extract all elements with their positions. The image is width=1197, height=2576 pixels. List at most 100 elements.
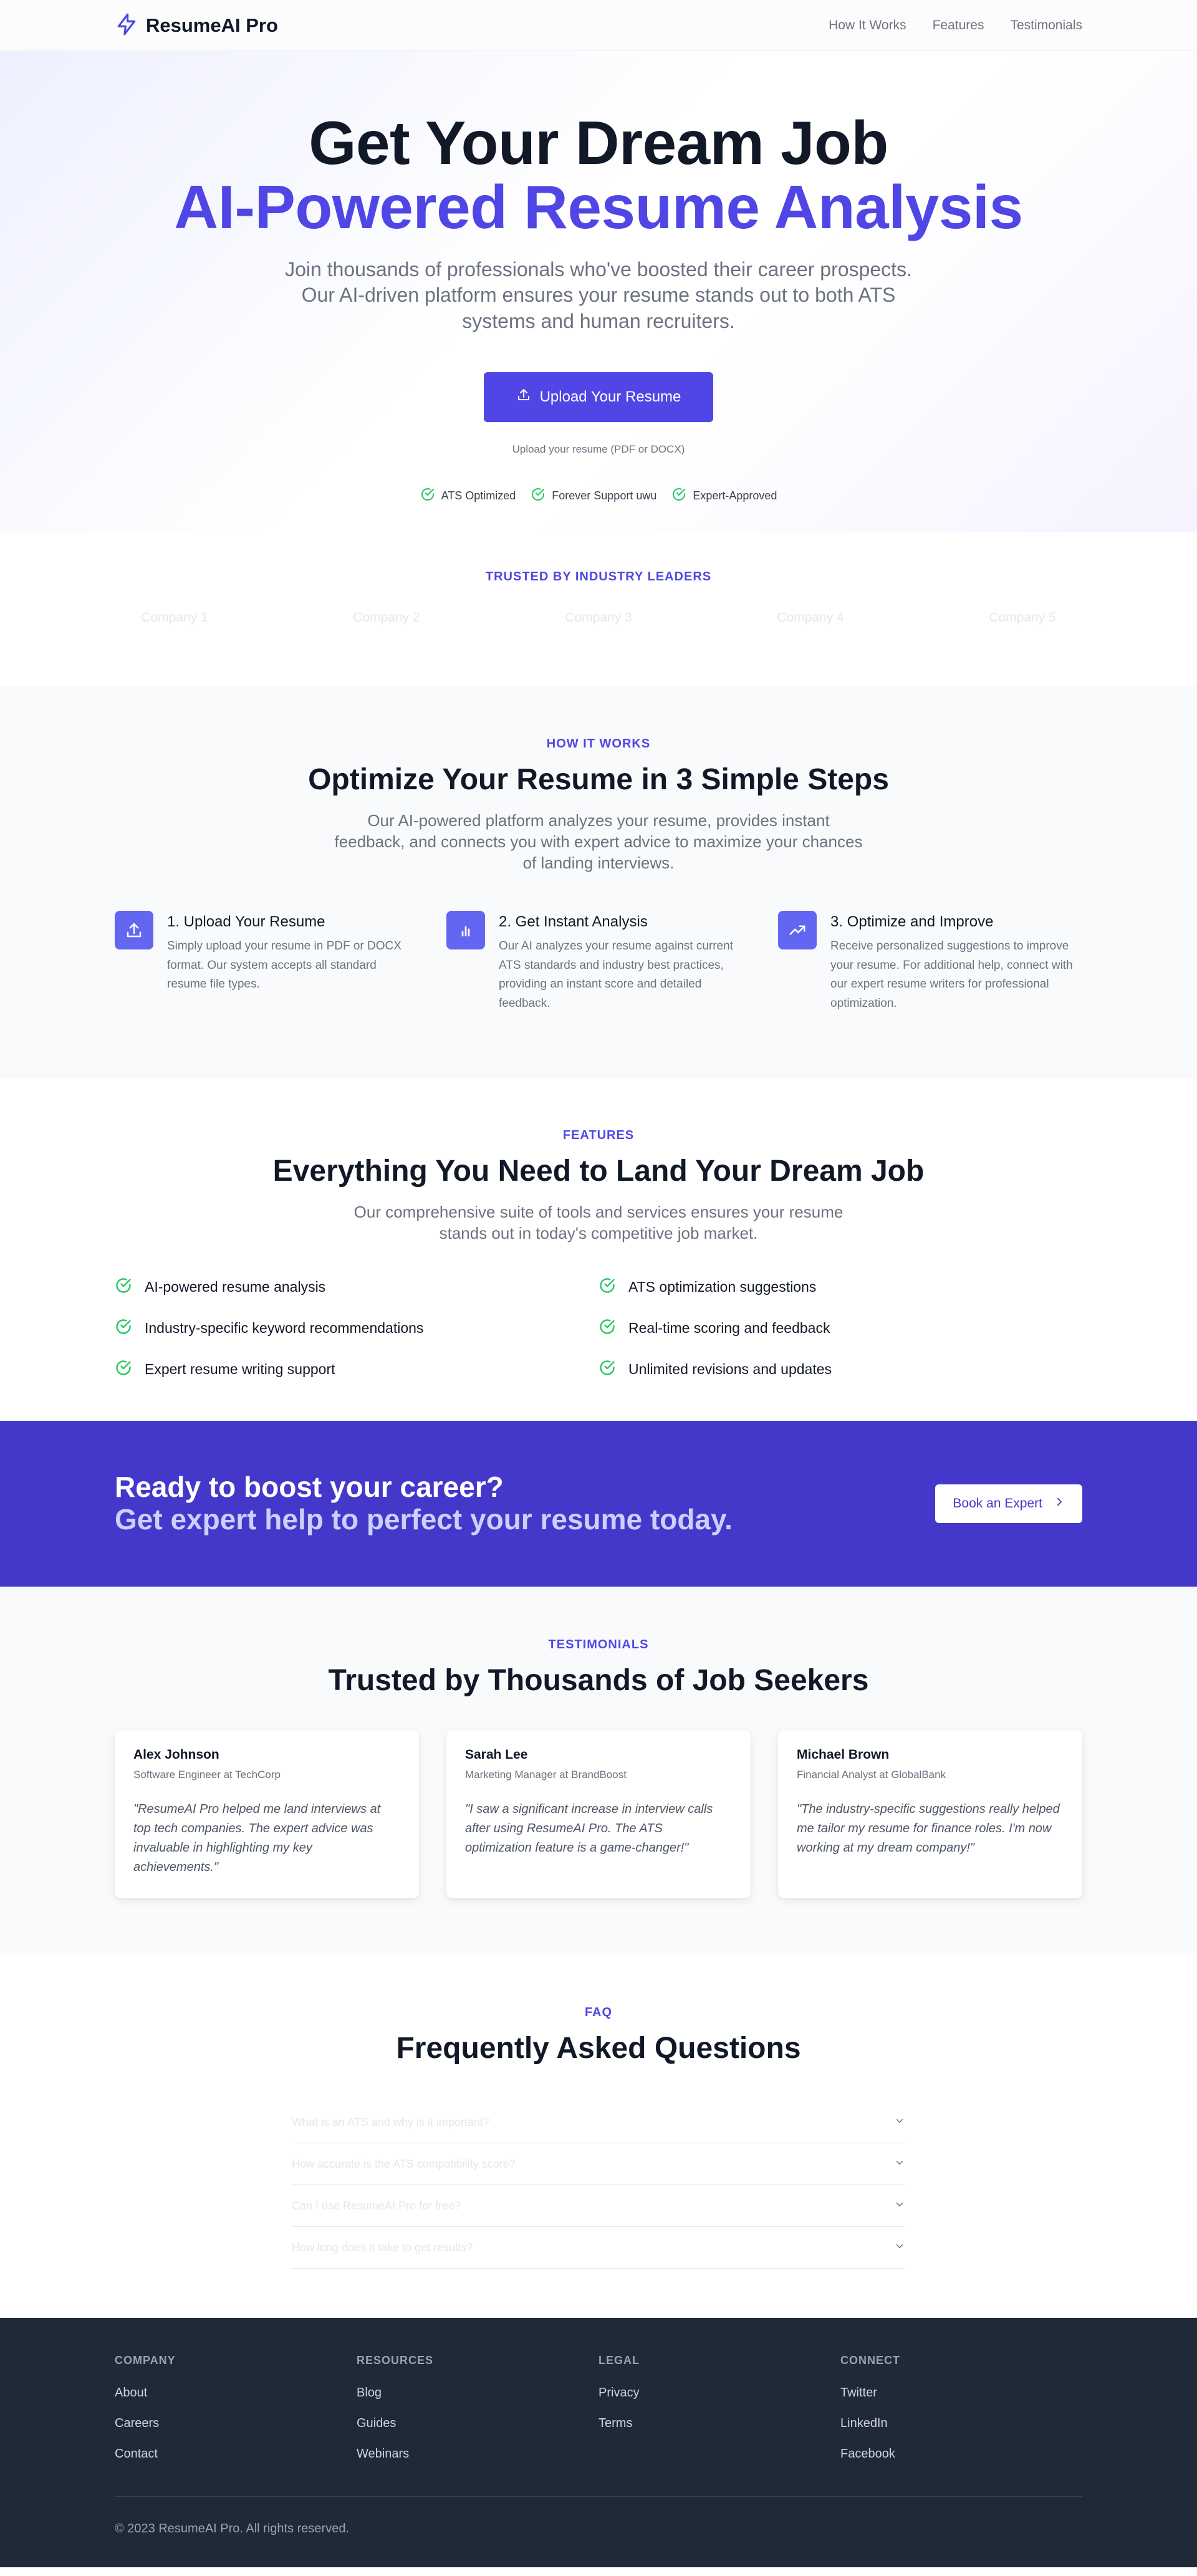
footer-link-webinars[interactable]: Webinars: [357, 2447, 598, 2461]
how-it-works-section: HOW IT WORKS Optimize Your Resume in 3 S…: [0, 686, 1197, 1079]
testimonial-card: Alex Johnson Software Engineer at TechCo…: [115, 1730, 419, 1898]
feature-item: ATS optimization suggestions: [598, 1277, 1082, 1298]
brand[interactable]: ResumeAI Pro: [115, 12, 278, 39]
feature-item: Industry-specific keyword recommendation…: [115, 1318, 598, 1339]
hero-title: Get Your Dream Job AI-Powered Resume Ana…: [0, 51, 1197, 239]
brand-name: ResumeAI Pro: [146, 14, 278, 36]
footer-link-blog[interactable]: Blog: [357, 2386, 598, 2400]
footer-column-company: COMPANY About Careers Contact: [115, 2354, 357, 2461]
cta-heading: Ready to boost your career? Get expert h…: [115, 1471, 733, 1536]
footer-divider: [115, 2496, 1082, 2497]
faq-item[interactable]: How long does it take to get results?: [292, 2227, 905, 2269]
nav-links: How It Works Features Testimonials: [829, 18, 1082, 33]
footer-link-privacy[interactable]: Privacy: [598, 2386, 840, 2400]
book-expert-button[interactable]: Book an Expert: [935, 1484, 1082, 1523]
hero-title-line2: AI-Powered Resume Analysis: [174, 172, 1023, 241]
footer-link-linkedin[interactable]: LinkedIn: [840, 2416, 1082, 2431]
footer-heading: LEGAL: [598, 2354, 640, 2367]
trusted-eyebrow: TRUSTED BY INDUSTRY LEADERS: [485, 570, 712, 584]
testimonials-title: Trusted by Thousands of Job Seekers: [328, 1664, 869, 1697]
footer-link-twitter[interactable]: Twitter: [840, 2386, 1082, 2400]
nav-link-how-it-works[interactable]: How It Works: [829, 18, 906, 33]
badge-label: Expert-Approved: [693, 489, 777, 502]
cta-banner: Ready to boost your career? Get expert h…: [0, 1421, 1197, 1587]
footer-heading: CONNECT: [840, 2354, 900, 2367]
feature-item: AI-powered resume analysis: [115, 1277, 598, 1298]
chevron-down-icon: [894, 2157, 905, 2171]
faq-question: Can I use ResumeAI Pro for free?: [292, 2199, 461, 2212]
step-upload: 1. Upload Your Resume Simply upload your…: [115, 911, 419, 1013]
testimonial-role: Marketing Manager at BrandBoost: [465, 1769, 627, 1781]
chevron-down-icon: [894, 2241, 905, 2255]
footer-heading: RESOURCES: [357, 2354, 434, 2367]
features-title: Everything You Need to Land Your Dream J…: [272, 1155, 925, 1188]
faq-section: FAQ Frequently Asked Questions What is a…: [0, 1953, 1197, 2318]
feature-label: Expert resume writing support: [145, 1361, 335, 1378]
check-circle-icon: [115, 1277, 132, 1298]
lightning-bolt-icon: [115, 12, 138, 39]
footer-link-about[interactable]: About: [115, 2386, 357, 2400]
faq-list: What is an ATS and why is it important? …: [292, 2102, 905, 2269]
footer-link-terms[interactable]: Terms: [598, 2416, 840, 2431]
feature-item: Real-time scoring and feedback: [598, 1318, 1082, 1339]
footer-link-careers[interactable]: Careers: [115, 2416, 357, 2431]
feature-item: Expert resume writing support: [115, 1359, 598, 1380]
faq-eyebrow: FAQ: [584, 2006, 613, 2019]
company-logo: Company 1: [141, 610, 208, 625]
features-subtitle: Our comprehensive suite of tools and ser…: [353, 1203, 844, 1242]
bar-chart-icon: [446, 911, 485, 950]
step-description: Receive personalized suggestions to impr…: [830, 940, 1073, 1010]
company-logo: Company 5: [989, 610, 1056, 625]
step-optimize: 3. Optimize and Improve Receive personal…: [778, 911, 1082, 1013]
feature-item: Unlimited revisions and updates: [598, 1359, 1082, 1380]
nav-link-testimonials[interactable]: Testimonials: [1010, 18, 1082, 33]
features-eyebrow: FEATURES: [562, 1128, 635, 1142]
cta-heading-line1: Ready to boost your career?: [115, 1471, 504, 1504]
how-title: Optimize Your Resume in 3 Simple Steps: [308, 763, 889, 796]
testimonial-name: Sarah Lee: [465, 1747, 528, 1762]
footer-link-guides[interactable]: Guides: [357, 2416, 598, 2431]
upload-resume-label: Upload Your Resume: [539, 388, 681, 405]
upload-hint: Upload your resume (PDF or DOCX): [512, 443, 685, 455]
company-logo: Company 4: [777, 610, 844, 625]
feature-label: Industry-specific keyword recommendation…: [145, 1320, 424, 1337]
step-description: Our AI analyzes your resume against curr…: [499, 940, 733, 1010]
upload-resume-button[interactable]: Upload Your Resume: [483, 372, 714, 422]
faq-item[interactable]: Can I use ResumeAI Pro for free?: [292, 2185, 905, 2227]
cta-heading-line2: Get expert help to perfect your resume t…: [115, 1503, 733, 1536]
footer-column-legal: LEGAL Privacy Terms: [598, 2354, 840, 2461]
chevron-down-icon: [894, 2199, 905, 2213]
trusted-section: TRUSTED BY INDUSTRY LEADERS Company 1 Co…: [0, 532, 1197, 686]
upload-icon: [115, 911, 153, 950]
step-title: 2. Get Instant Analysis: [499, 913, 648, 931]
company-logos: Company 1 Company 2 Company 3 Company 4 …: [69, 610, 1128, 625]
footer: COMPANY About Careers Contact RESOURCES …: [0, 2318, 1197, 2567]
hero-title-line1: Get Your Dream Job: [309, 108, 888, 177]
testimonial-role: Financial Analyst at GlobalBank: [797, 1769, 946, 1781]
faq-question: How long does it take to get results?: [292, 2241, 473, 2254]
faq-item[interactable]: What is an ATS and why is it important?: [292, 2102, 905, 2143]
footer-link-contact[interactable]: Contact: [115, 2447, 357, 2461]
hero-section: Get Your Dream Job AI-Powered Resume Ana…: [0, 51, 1197, 532]
upload-icon: [516, 387, 531, 406]
step-analysis: 2. Get Instant Analysis Our AI analyzes …: [446, 911, 751, 1013]
feature-list: AI-powered resume analysis ATS optimizat…: [115, 1277, 1082, 1380]
faq-question: How accurate is the ATS compatibility sc…: [292, 2157, 516, 2170]
check-circle-icon: [598, 1318, 616, 1339]
top-nav: ResumeAI Pro How It Works Features Testi…: [0, 0, 1197, 51]
chevron-right-icon: [1054, 1496, 1065, 1511]
testimonial-role: Software Engineer at TechCorp: [133, 1769, 281, 1781]
badge-forever-support: Forever Support uwu: [531, 487, 656, 505]
nav-link-features[interactable]: Features: [933, 18, 984, 33]
how-eyebrow: HOW IT WORKS: [546, 737, 651, 751]
hero-badges: ATS Optimized Forever Support uwu Expert…: [0, 487, 1197, 505]
company-logo: Company 3: [565, 610, 632, 625]
copyright: © 2023 ResumeAI Pro. All rights reserved…: [115, 2522, 350, 2535]
check-circle-icon: [598, 1277, 616, 1298]
check-circle-icon: [671, 487, 686, 505]
faq-item[interactable]: How accurate is the ATS compatibility sc…: [292, 2143, 905, 2185]
testimonial-card: Sarah Lee Marketing Manager at BrandBoos…: [446, 1730, 751, 1898]
trending-up-icon: [778, 911, 817, 950]
step-title: 1. Upload Your Resume: [167, 913, 325, 931]
footer-link-facebook[interactable]: Facebook: [840, 2447, 1082, 2461]
